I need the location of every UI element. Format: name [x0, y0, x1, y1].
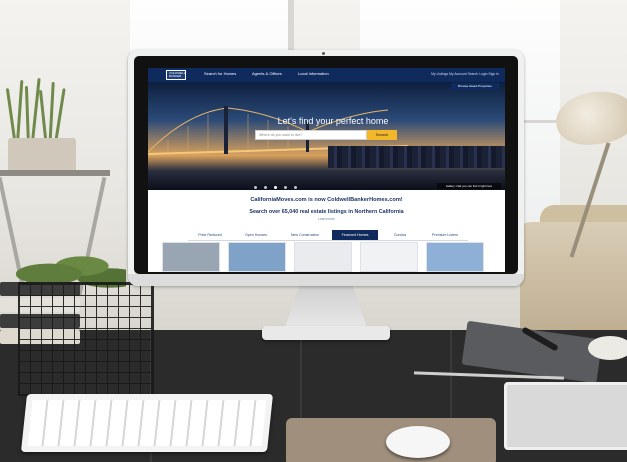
search-input[interactable]: Where do you want to live? [255, 130, 367, 140]
sofa [520, 222, 627, 332]
site-logo[interactable]: COLDWELL BANKER [166, 70, 186, 80]
shelf [0, 170, 110, 176]
plate [588, 336, 627, 360]
webcam-icon [322, 52, 325, 55]
site-nav-bar: COLDWELL BANKER Search for Homes Agents … [148, 68, 505, 82]
site-content: CaliforniaMoves.com is now ColdwellBanke… [148, 190, 505, 272]
listing-card[interactable] [360, 242, 418, 272]
listing-tabs: Price Reduced Open Houses New Constructi… [188, 230, 468, 241]
tablet [504, 382, 627, 450]
plant-pot [8, 138, 76, 174]
listing-card[interactable] [294, 242, 352, 272]
tab-premium-listers[interactable]: Premium Listers [422, 230, 468, 240]
tab-featured-homes[interactable]: Featured Homes [332, 230, 378, 240]
nav-link-search[interactable]: Search for Homes [204, 71, 236, 77]
nav-account-links[interactable]: My Listings My Account Search Login Sign… [431, 71, 499, 77]
browse-award-button[interactable]: Browse Award Properties [451, 83, 499, 90]
tab-price-reduced[interactable]: Price Reduced [188, 230, 232, 240]
tab-open-houses[interactable]: Open Houses [234, 230, 278, 240]
subheadline: Search over 65,040 real estate listings … [249, 209, 404, 215]
monitor-stand-base [262, 326, 390, 340]
gallery-button[interactable]: Gallery: Oak you can find it right here [437, 183, 501, 189]
carousel-dot[interactable] [264, 186, 267, 189]
hero-title: Let's find your perfect home [277, 116, 389, 126]
listing-card[interactable] [426, 242, 484, 272]
monitor: COLDWELL BANKER Search for Homes Agents … [128, 50, 524, 286]
tab-condos[interactable]: Condos [380, 230, 420, 240]
carousel-dot[interactable] [284, 186, 287, 189]
listing-card[interactable] [228, 242, 286, 272]
photo-scene: COLDWELL BANKER Search for Homes Agents … [0, 0, 627, 462]
listing-card[interactable] [162, 242, 220, 272]
carousel-dot[interactable] [254, 186, 257, 189]
tab-new-construction[interactable]: New Construction [280, 230, 330, 240]
mouse [386, 426, 450, 458]
headline: CaliforniaMoves.com is now ColdwellBanke… [250, 197, 403, 203]
nav-link-agents[interactable]: Agents & Offices [252, 71, 282, 77]
keyboard [20, 394, 274, 452]
logo-text: COLDWELL BANKER [169, 71, 186, 78]
website-screen: COLDWELL BANKER Search for Homes Agents … [148, 68, 505, 272]
carousel-dot[interactable] [294, 186, 297, 189]
listing-cards [162, 242, 492, 272]
learn-more-link[interactable]: Learn more [148, 217, 505, 222]
nav-link-local[interactable]: Local Information [298, 71, 329, 77]
wire-basket [18, 282, 154, 396]
search-button[interactable]: Search [367, 130, 397, 140]
monitor-chin [128, 274, 524, 286]
city-skyline [328, 146, 505, 168]
keyboard-keys [27, 400, 267, 446]
carousel-dot[interactable] [274, 186, 277, 189]
hero-banner: Let's find your perfect home Where do yo… [148, 82, 505, 190]
